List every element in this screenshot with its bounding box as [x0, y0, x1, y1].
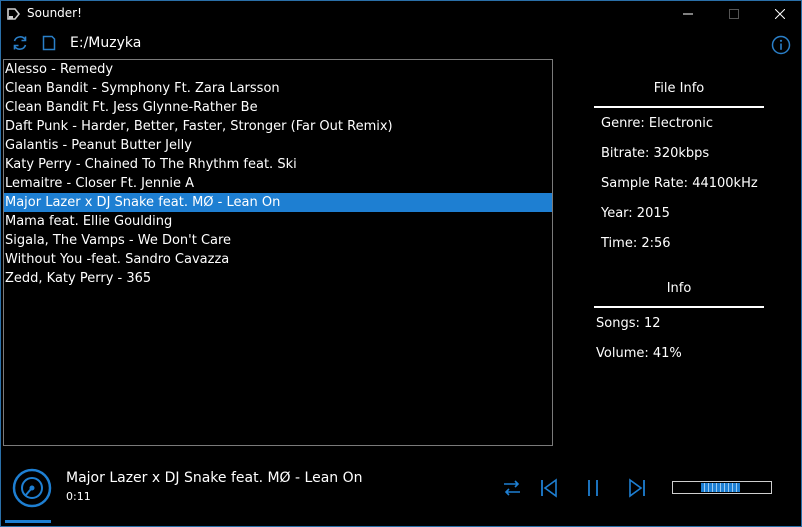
progress-indicator	[5, 520, 51, 523]
info-icon[interactable]	[771, 35, 791, 55]
file-info-heading: File Info	[653, 81, 705, 96]
folder-icon[interactable]	[40, 34, 58, 52]
volume-level	[701, 483, 740, 492]
song-list[interactable]: Alesso - Remedy Clean Bandit - Symphony F…	[3, 59, 553, 446]
refresh-icon[interactable]	[11, 34, 29, 52]
folder-path: E:/Muzyka	[70, 35, 142, 51]
time-label: Time: 2:56	[601, 236, 671, 251]
next-icon[interactable]	[626, 477, 648, 499]
song-item[interactable]: Major Lazer x DJ Snake feat. MØ - Lean O…	[4, 193, 552, 212]
songs-count-label: Songs: 12	[596, 316, 661, 331]
shuffle-icon[interactable]	[501, 477, 523, 499]
info-heading: Info	[666, 281, 692, 296]
minimize-icon	[683, 13, 693, 15]
song-item[interactable]: Alesso - Remedy	[4, 60, 552, 79]
bitrate-label: Bitrate: 320kbps	[601, 146, 710, 161]
window-title: Sounder!	[27, 6, 82, 20]
minimize-button[interactable]	[665, 1, 711, 27]
maximize-icon	[729, 9, 739, 19]
now-playing-title: Major Lazer x DJ Snake feat. MØ - Lean O…	[66, 470, 363, 486]
previous-icon[interactable]	[538, 477, 560, 499]
year-label: Year: 2015	[601, 206, 670, 221]
playback-position: 0:11	[66, 490, 91, 503]
song-item[interactable]: Clean Bandit Ft. Jess Glynne-Rather Be	[4, 98, 552, 117]
file-info-divider	[594, 106, 764, 108]
app-window: Sounder! E:/Muzyka Alesso - Remedy Clean …	[0, 0, 802, 527]
song-item[interactable]: Clean Bandit - Symphony Ft. Zara Larsson	[4, 79, 552, 98]
info-divider	[594, 306, 764, 308]
song-item[interactable]: Zedd, Katy Perry - 365	[4, 269, 552, 288]
close-button[interactable]	[757, 1, 802, 27]
music-app-icon	[7, 8, 21, 20]
title-bar: Sounder!	[1, 1, 801, 27]
song-item[interactable]: Without You -feat. Sandro Cavazza	[4, 250, 552, 269]
maximize-button[interactable]	[711, 1, 757, 27]
song-item[interactable]: Katy Perry - Chained To The Rhythm feat.…	[4, 155, 552, 174]
song-item[interactable]: Galantis - Peanut Butter Jelly	[4, 136, 552, 155]
song-item[interactable]: Daft Punk - Harder, Better, Faster, Stro…	[4, 117, 552, 136]
genre-label: Genre: Electronic	[601, 116, 713, 131]
close-icon	[775, 9, 785, 19]
volume-label: Volume: 41%	[596, 346, 682, 361]
song-item[interactable]: Mama feat. Ellie Goulding	[4, 212, 552, 231]
song-item[interactable]: Sigala, The Vamps - We Don't Care	[4, 231, 552, 250]
pause-icon[interactable]	[582, 477, 604, 499]
sample-rate-label: Sample Rate: 44100kHz	[601, 176, 758, 191]
disc-icon	[12, 468, 52, 508]
volume-slider[interactable]	[672, 481, 772, 494]
song-item[interactable]: Lemaitre - Closer Ft. Jennie A	[4, 174, 552, 193]
